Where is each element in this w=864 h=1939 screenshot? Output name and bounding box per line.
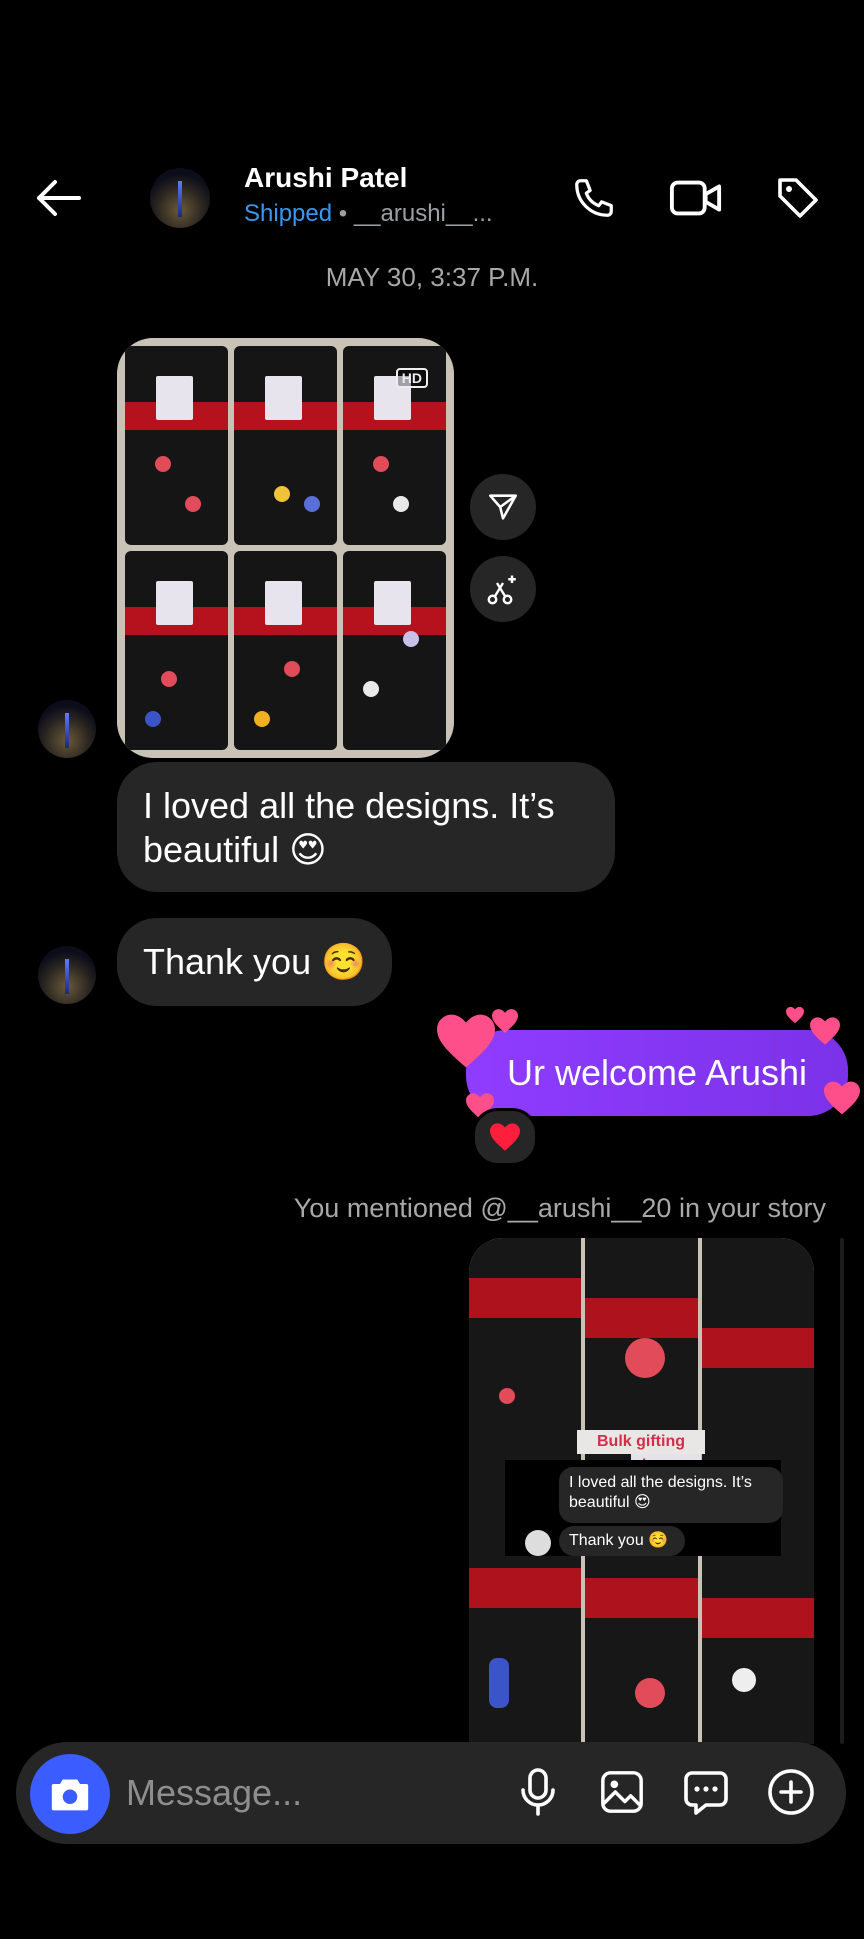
camera-button[interactable]	[30, 1754, 110, 1834]
separator-dot: •	[338, 200, 348, 227]
microphone-icon	[521, 1768, 555, 1816]
back-arrow-icon	[37, 180, 81, 216]
share-icon	[488, 494, 518, 520]
order-status: Shipped	[244, 200, 333, 227]
video-camera-icon	[669, 180, 722, 216]
share-button[interactable]	[470, 474, 536, 540]
heart-effect-icon	[824, 1081, 860, 1115]
heart-effect-icon	[810, 1017, 840, 1045]
plus-circle-icon	[768, 1769, 814, 1815]
heart-effect-icon	[492, 1009, 518, 1033]
heart-effect-icon	[437, 1014, 495, 1068]
ai-edit-icon	[487, 575, 516, 605]
call-button[interactable]	[566, 170, 622, 226]
sender-avatar[interactable]	[38, 700, 96, 758]
message-bubble-sent[interactable]: Ur welcome Arushi	[466, 1030, 848, 1116]
story-avatar	[525, 1530, 551, 1556]
tag-icon	[778, 178, 818, 218]
contact-avatar[interactable]	[150, 168, 210, 228]
message-bubble-received[interactable]: Thank you ☺️	[117, 918, 392, 1006]
phone-icon	[575, 179, 613, 217]
story-bubble: Thank you ☺️	[559, 1526, 685, 1556]
scrollbar[interactable]	[840, 1238, 844, 1744]
contact-subtitle[interactable]: Shipped • __arushi__...	[244, 200, 493, 228]
more-button[interactable]	[763, 1764, 819, 1820]
gallery-button[interactable]	[594, 1764, 650, 1820]
story-preview[interactable]: Bulk gifting rewiew I loved all the desi…	[469, 1238, 814, 1744]
ai-edit-button[interactable]	[470, 556, 536, 622]
heart-effect-icon	[786, 1006, 804, 1024]
contact-name[interactable]: Arushi Patel	[244, 162, 407, 194]
story-mention-label: You mentioned @__arushi__20 in your stor…	[293, 1193, 826, 1223]
hd-badge: HD	[395, 368, 428, 388]
voice-button[interactable]	[510, 1764, 566, 1820]
contact-username: __arushi__...	[353, 200, 493, 227]
message-bubble-received[interactable]: I loved all the designs. It’s beautiful …	[117, 762, 615, 892]
camera-icon	[51, 1779, 89, 1811]
story-banner-text: Bulk gifting rewiew	[577, 1430, 705, 1474]
sticker-chat-icon	[684, 1771, 728, 1815]
message-input[interactable]: Message...	[126, 1772, 302, 1814]
label-button[interactable]	[770, 170, 826, 226]
story-bubble: I loved all the designs. It’s beautiful …	[559, 1467, 783, 1523]
sender-avatar[interactable]	[38, 946, 96, 1004]
shared-photo[interactable]: HD	[117, 338, 454, 758]
gallery-icon	[601, 1771, 643, 1813]
sticker-button[interactable]	[678, 1764, 734, 1820]
back-button[interactable]	[30, 170, 86, 226]
red-heart-icon	[490, 1123, 520, 1151]
video-call-button[interactable]	[668, 170, 724, 226]
date-divider: MAY 30, 3:37 P.M.	[325, 262, 539, 292]
message-reaction[interactable]	[472, 1108, 538, 1166]
